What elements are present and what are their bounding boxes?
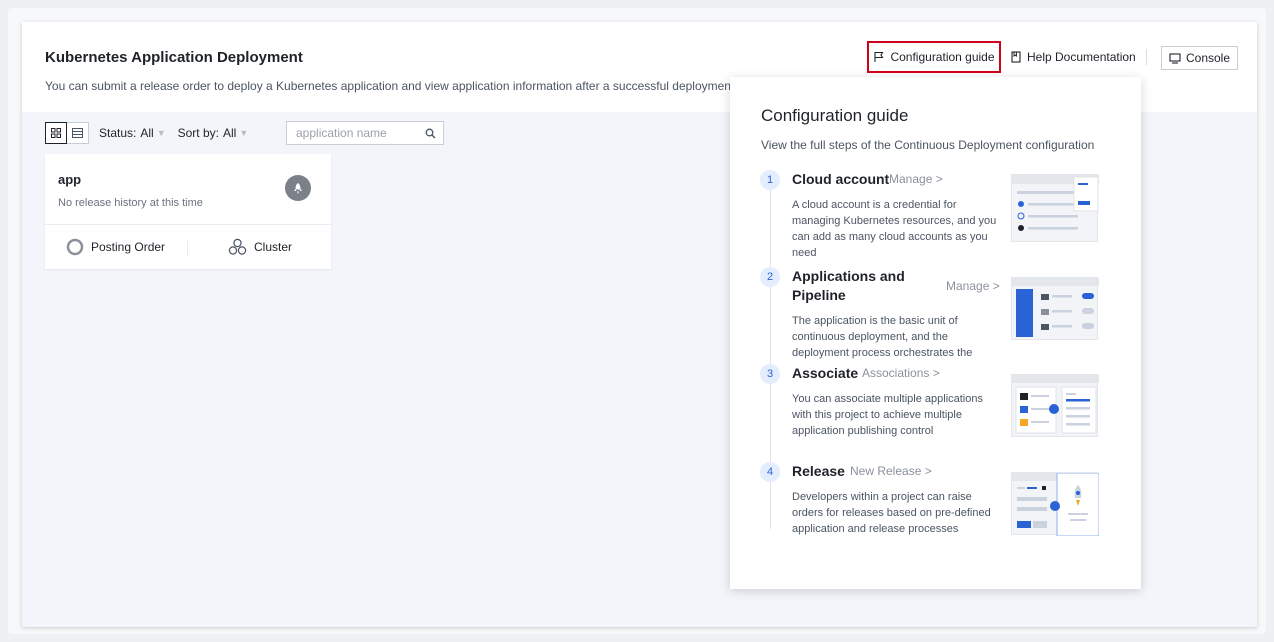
applications-manage-link[interactable]: Manage > xyxy=(946,279,1000,293)
search-icon[interactable] xyxy=(425,128,436,139)
circle-status-icon xyxy=(66,238,84,256)
grid-view-button[interactable] xyxy=(45,122,67,144)
header-divider xyxy=(1146,49,1147,65)
cloud-account-manage-link[interactable]: Manage > xyxy=(889,172,943,186)
console-button[interactable]: Console xyxy=(1161,46,1238,70)
view-toggle xyxy=(45,122,89,144)
guide-title: Configuration guide xyxy=(761,106,909,125)
help-documentation-button[interactable]: Help Documentation xyxy=(1010,44,1136,70)
step-title-line1: Applications and xyxy=(792,268,905,284)
release-illustration xyxy=(1011,472,1100,537)
posting-order-label: Posting Order xyxy=(91,240,166,254)
monitor-icon xyxy=(1169,52,1181,64)
help-documentation-label: Help Documentation xyxy=(1027,50,1136,64)
step-description: The application is the basic unit of con… xyxy=(792,315,973,359)
status-filter[interactable]: Status: All ▼ xyxy=(99,126,166,140)
step-description: Developers within a project can raise or… xyxy=(792,491,991,535)
book-icon xyxy=(1011,51,1021,63)
caret-down-icon: ▼ xyxy=(239,128,249,138)
associations-link[interactable]: Associations > xyxy=(862,366,940,380)
associate-illustration xyxy=(1011,374,1099,437)
sort-filter[interactable]: Sort by: All ▼ xyxy=(178,126,249,140)
action-divider xyxy=(187,241,188,257)
sort-filter-value: All xyxy=(222,126,237,140)
step-title: Associate xyxy=(792,365,859,381)
step-title-line2: Pipeline xyxy=(792,287,846,303)
cluster-button[interactable]: Cluster xyxy=(228,238,292,256)
page-title: Kubernetes Application Deployment xyxy=(45,49,303,66)
configuration-guide-button[interactable]: Configuration guide xyxy=(867,41,1001,73)
sort-filter-label: Sort by: xyxy=(177,126,219,140)
posting-order-button[interactable]: Posting Order xyxy=(66,238,165,256)
page-subtitle: You can submit a release order to deploy… xyxy=(45,79,738,93)
flag-icon xyxy=(874,51,884,62)
card-divider xyxy=(45,224,331,225)
step-title: Release xyxy=(792,463,845,479)
step-title: Cloud account xyxy=(792,171,890,187)
applications-illustration xyxy=(1011,277,1099,340)
guide-subtitle: View the full steps of the Continuous De… xyxy=(761,138,1095,152)
release-history-text: No release history at this time xyxy=(58,197,203,209)
rocket-avatar-icon xyxy=(285,175,311,201)
app-card[interactable]: app No release history at this time Post… xyxy=(45,154,331,269)
step-number: 2 xyxy=(760,267,780,287)
new-release-link[interactable]: New Release > xyxy=(850,464,932,478)
configuration-guide-label: Configuration guide xyxy=(890,50,995,64)
step-description: A cloud account is a credential for mana… xyxy=(792,199,997,259)
cluster-label: Cluster xyxy=(254,240,293,254)
cluster-icon xyxy=(228,238,247,255)
cloud-account-illustration xyxy=(1011,174,1099,242)
search-input[interactable] xyxy=(296,126,421,140)
step-number: 4 xyxy=(760,462,780,482)
app-name: app xyxy=(58,172,82,187)
step-number: 1 xyxy=(760,170,780,190)
status-filter-label: Status: xyxy=(99,126,137,140)
status-filter-value: All xyxy=(140,126,154,140)
configuration-guide-popover: Configuration guide View the full steps … xyxy=(730,77,1141,589)
caret-down-icon: ▼ xyxy=(156,128,166,138)
grid-icon xyxy=(51,128,61,138)
console-label: Console xyxy=(1185,51,1231,65)
list-icon xyxy=(72,128,83,138)
step-description: You can associate multiple applications … xyxy=(792,393,983,437)
list-view-button[interactable] xyxy=(67,122,89,144)
search-box xyxy=(286,121,444,145)
step-number: 3 xyxy=(760,364,780,384)
toolbar: Status: All ▼ Sort by: All ▼ xyxy=(45,122,248,144)
